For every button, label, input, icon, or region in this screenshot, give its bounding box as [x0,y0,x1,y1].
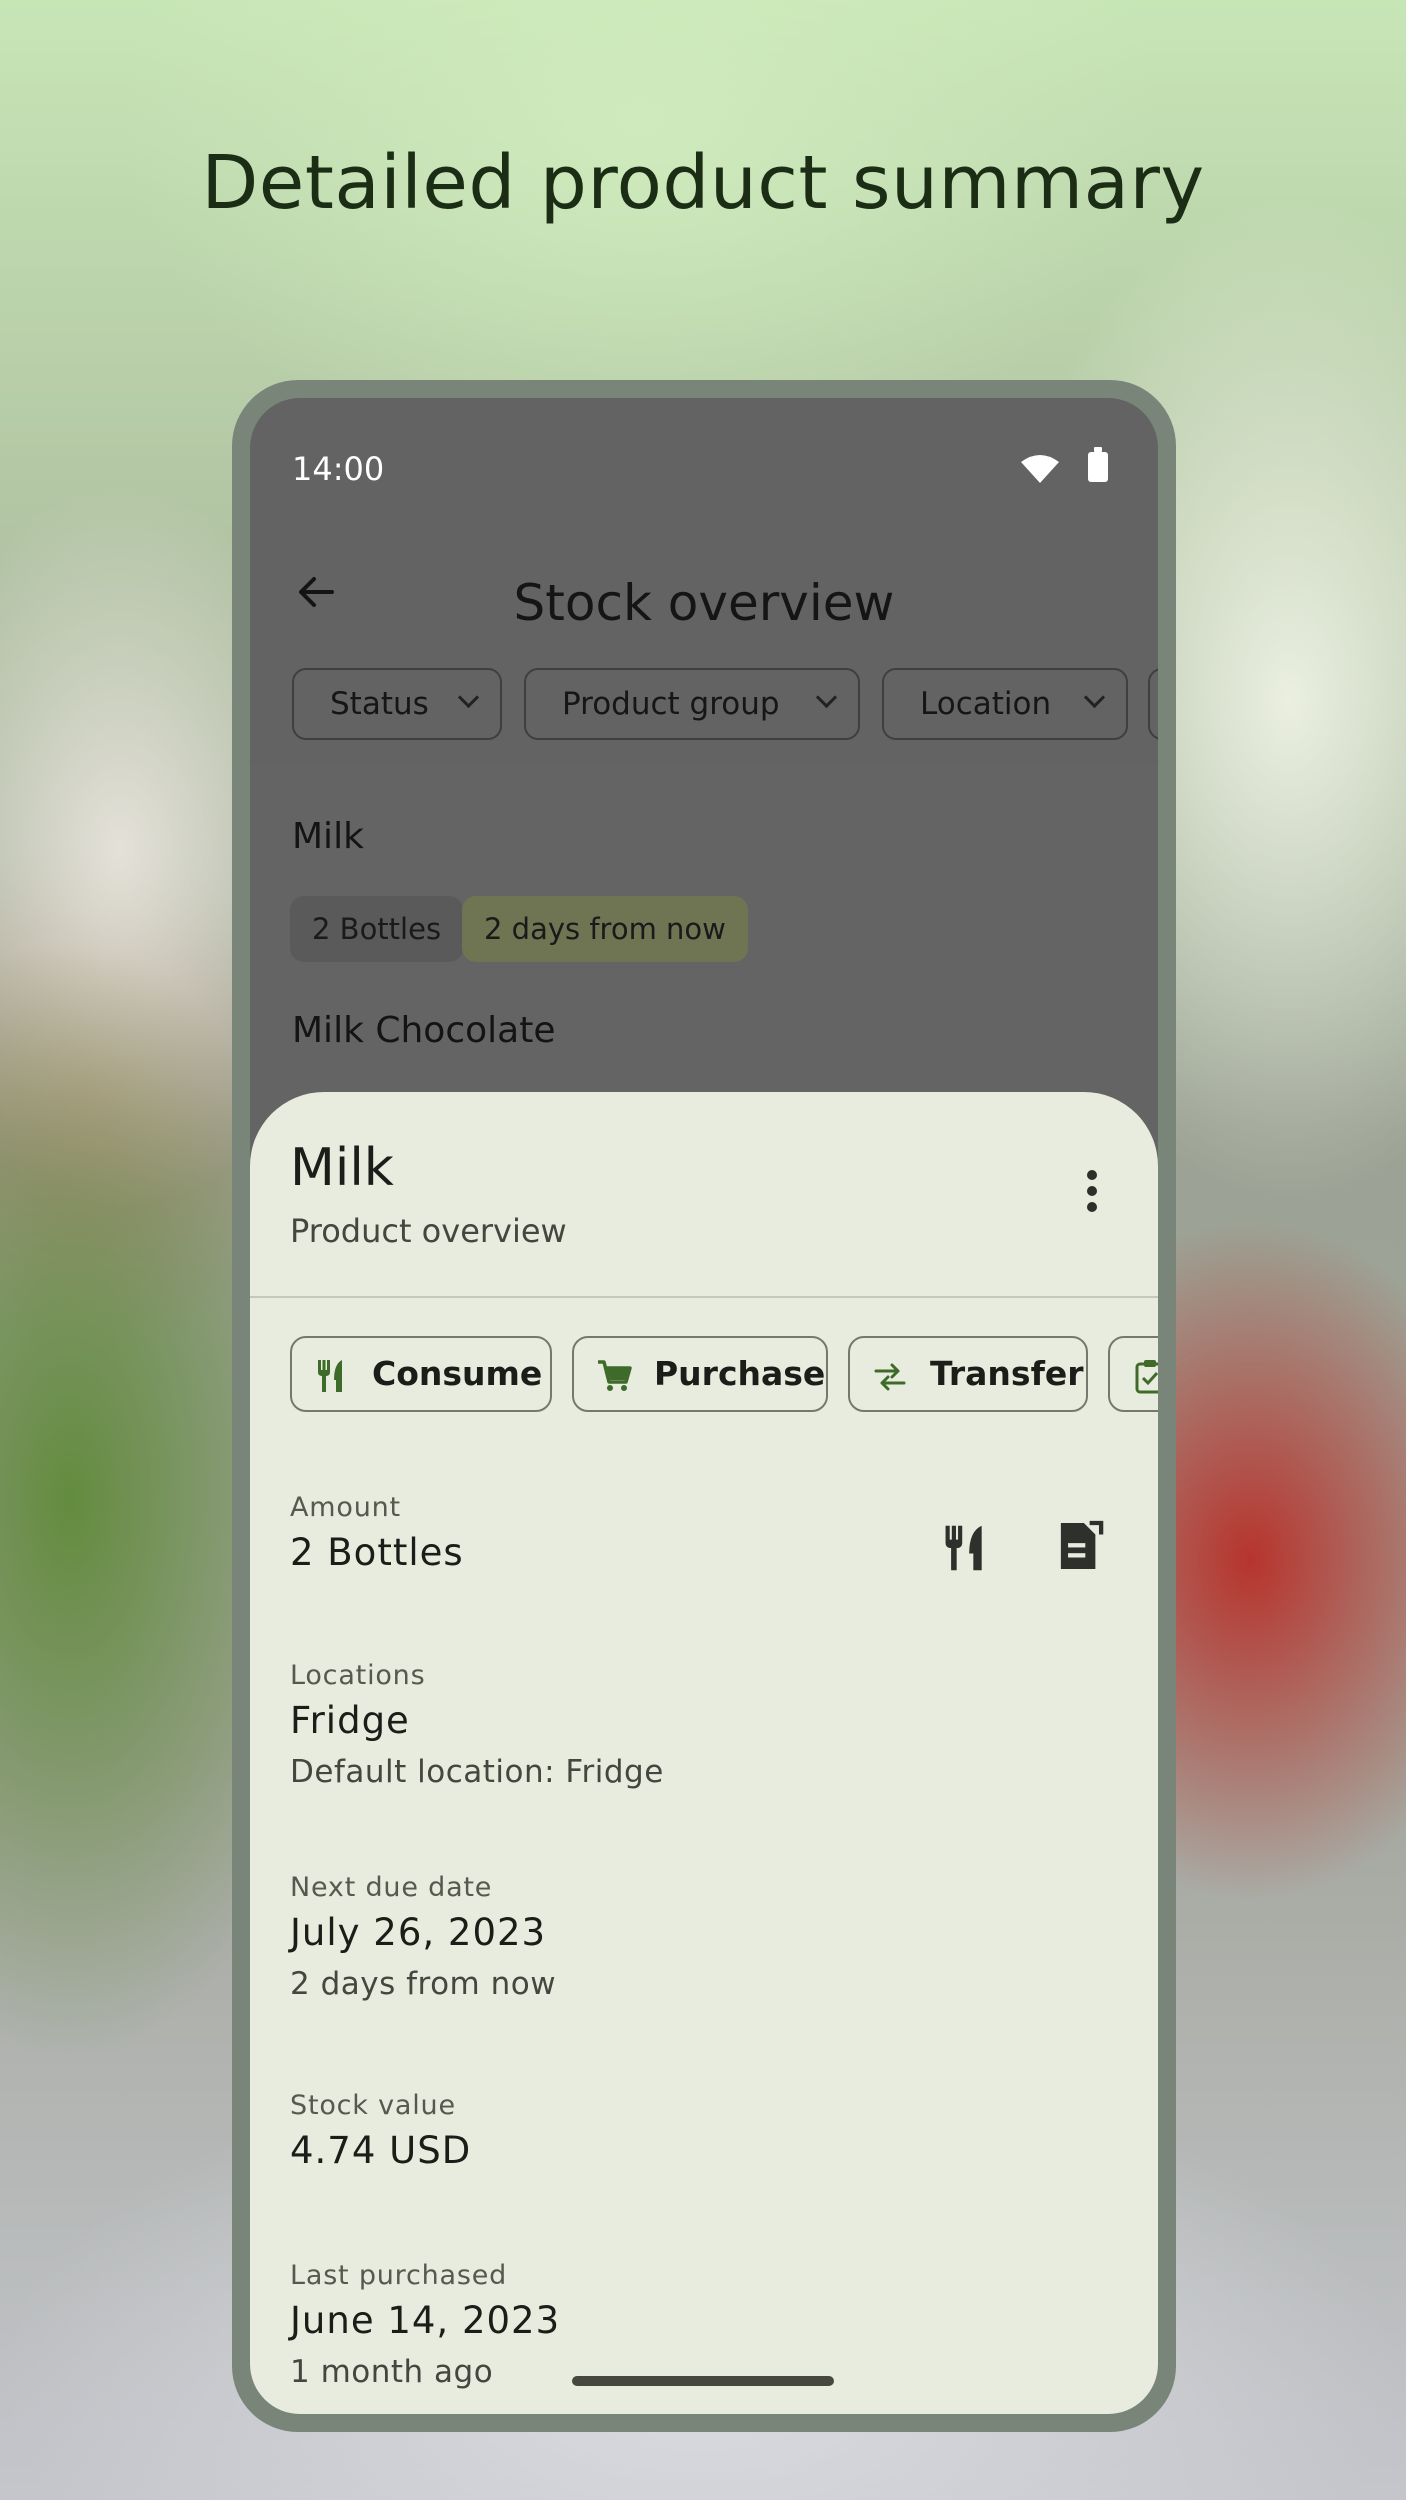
clipboard-check-icon [1135,1360,1158,1394]
chip-label: Location [920,686,1052,722]
filter-chip-more[interactable] [1148,668,1158,740]
chevron-down-icon [815,686,838,709]
status-bar: 14:00 [250,398,1158,498]
sheet-subtitle: Product overview [290,1212,567,1250]
phone-screen: 14:00 Stock overview Status Product grou… [250,398,1158,2414]
filter-chip-status[interactable]: Status [292,668,502,740]
divider [250,1296,1158,1298]
next-due-sub: 2 days from now [290,1966,557,2002]
amount-tag: 2 Bottles [290,896,464,962]
next-due-value: July 26, 2023 [290,1911,547,1954]
sheet-title: Milk [290,1138,394,1198]
stock-value-label: Stock value [290,2090,456,2121]
consume-button[interactable]: Consume [290,1336,552,1412]
stock-value-value: 4.74 USD [290,2129,472,2172]
next-due-label: Next due date [290,1872,493,1903]
app-bar: Stock overview [250,528,1158,648]
status-time: 14:00 [292,450,385,488]
amount-field: Amount 2 Bottles [290,1492,464,1574]
filter-chip-product-group[interactable]: Product group [524,668,860,740]
wifi-icon [1021,455,1059,483]
transfer-label: Transfer [930,1354,1084,1393]
cart-icon [598,1360,632,1391]
last-purchased-sub: 1 month ago [290,2354,494,2390]
transfer-button[interactable]: Transfer [848,1336,1088,1412]
last-purchased-value: June 14, 2023 [290,2299,561,2342]
next-due-field: Next due date July 26, 2023 2 days from … [290,1872,556,2002]
document-edit-icon[interactable] [1058,1520,1104,1572]
locations-field: Locations Fridge Default location: Fridg… [290,1660,664,1790]
gesture-home-bar[interactable] [572,2376,834,2386]
locations-value: Fridge [290,1699,410,1742]
stock-value-field: Stock value 4.74 USD [290,2090,471,2172]
fork-knife-icon [318,1360,342,1392]
more-vert-icon[interactable] [1084,1170,1100,1216]
product-bottom-sheet: Milk Product overview Consume Purchase T… [250,1092,1158,2414]
page-title: Stock overview [513,574,895,632]
chip-label: Status [330,686,429,722]
filter-chips: Status Product group Location [292,668,1158,744]
phone-frame: 14:00 Stock overview Status Product grou… [232,380,1176,2432]
swap-arrows-icon [874,1363,906,1391]
purchase-button[interactable]: Purchase [572,1336,828,1412]
headline: Detailed product summary [201,140,1205,226]
inventory-button[interactable] [1108,1336,1158,1412]
fork-knife-icon[interactable] [940,1522,990,1574]
chevron-down-icon [1083,686,1106,709]
amount-label: Amount [290,1492,401,1523]
amount-value: 2 Bottles [290,1531,464,1574]
filter-chip-location[interactable]: Location [882,668,1128,740]
action-buttons: Consume Purchase Transfer [290,1336,1158,1416]
last-purchased-field: Last purchased June 14, 2023 1 month ago [290,2260,560,2390]
chip-label: Product group [562,686,780,722]
chevron-down-icon [457,686,480,709]
locations-label: Locations [290,1660,426,1691]
locations-sub: Default location: Fridge [290,1754,664,1790]
purchase-label: Purchase [654,1354,826,1393]
last-purchased-label: Last purchased [290,2260,508,2291]
list-item-name: Milk [292,816,364,857]
due-tag: 2 days from now [462,896,748,962]
list-item-name: Milk Chocolate [292,1010,556,1051]
battery-icon [1088,447,1108,482]
consume-label: Consume [372,1354,543,1393]
